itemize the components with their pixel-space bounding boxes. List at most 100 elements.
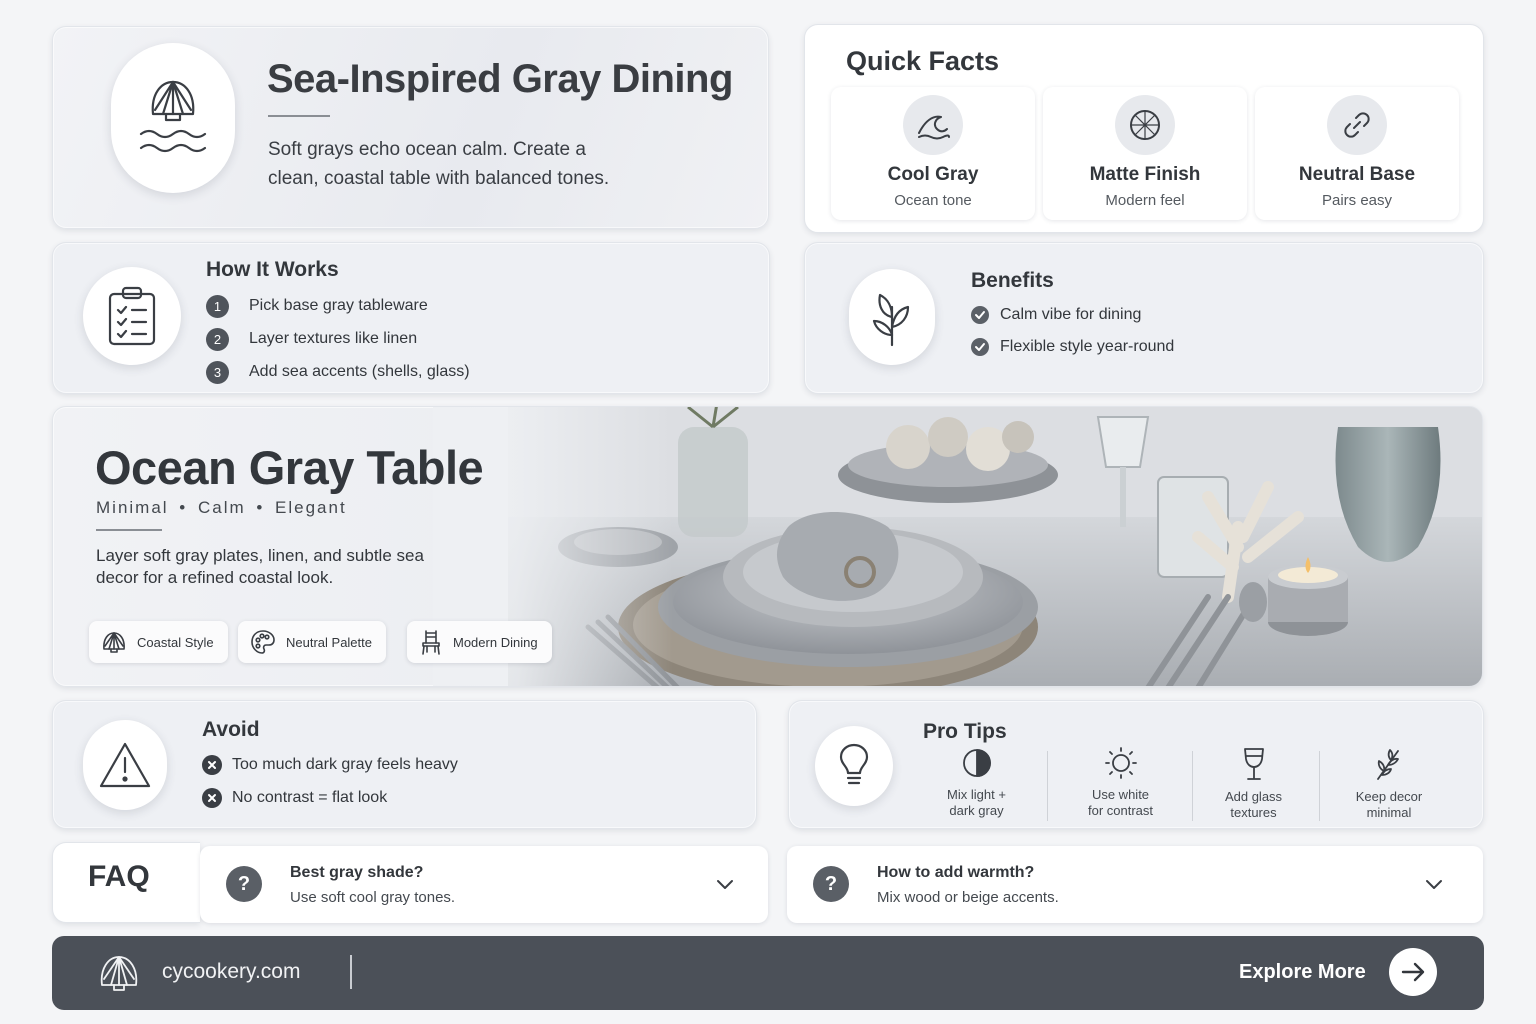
page-title: Sea-Inspired Gray Dining — [267, 57, 733, 101]
chip-modern-dining[interactable]: Modern Dining — [407, 621, 552, 663]
benefits-card: Benefits Calm vibe for dining Flexible s… — [804, 242, 1484, 394]
fact-subtitle: Modern feel — [1105, 192, 1185, 209]
fact-title: Matte Finish — [1089, 164, 1201, 185]
explore-more-link[interactable]: Explore More — [1239, 961, 1366, 984]
chip-neutral-palette[interactable]: Neutral Palette — [238, 621, 386, 663]
arrow-right-icon — [1401, 962, 1425, 982]
hero-description: Soft grays echo ocean calm. Create a cle… — [268, 139, 610, 189]
fact-subtitle: Ocean tone — [894, 192, 972, 209]
chevron-down-icon[interactable] — [716, 877, 734, 895]
avoid-heading: Avoid — [202, 718, 260, 741]
faq-item[interactable]: ? How to add warmth? Mix wood or beige a… — [787, 846, 1483, 923]
faq-answer: Mix wood or beige accents. — [877, 889, 1059, 906]
tip-divider — [1192, 751, 1193, 821]
half-circle-icon — [962, 749, 991, 777]
warning-icon — [83, 720, 167, 810]
step-text: Add sea accents (shells, glass) — [249, 363, 470, 380]
tip-divider — [1319, 751, 1320, 821]
step-number: 3 — [206, 360, 229, 384]
step-item: 3 Add sea accents (shells, glass) — [206, 360, 470, 384]
shell-logo-icon — [98, 953, 140, 998]
check-icon — [971, 338, 989, 356]
faq-question: Best gray shade? — [290, 864, 424, 881]
fact-neutral-base: Neutral Base Pairs easy — [1255, 87, 1459, 220]
title-divider — [268, 115, 330, 117]
chip-coastal-style[interactable]: Coastal Style — [89, 621, 228, 663]
faq-answer: Use soft cool gray tones. — [290, 889, 456, 906]
shell-waves-icon — [111, 43, 235, 193]
benefit-text: Flexible style year-round — [1000, 338, 1175, 355]
tip-divider — [1047, 751, 1048, 821]
hero-card: Sea-Inspired Gray Dining Soft grays echo… — [52, 26, 769, 229]
tip-item: Use white for contrast — [1063, 747, 1178, 819]
fact-title: Neutral Base — [1298, 164, 1416, 185]
avoid-item: Too much dark gray feels heavy — [202, 754, 458, 776]
step-number: 1 — [206, 294, 229, 318]
tip-text: Keep decor minimal — [1355, 789, 1423, 820]
tip-item: Add glass textures — [1201, 747, 1306, 821]
footer-bar: cycookery.com Explore More — [52, 936, 1484, 1010]
quick-facts-card: Quick Facts Cool Gray Ocean tone Matte F… — [804, 24, 1484, 233]
chair-icon — [422, 630, 440, 655]
quick-facts-heading: Quick Facts — [846, 46, 1000, 76]
link-icon — [1327, 95, 1387, 155]
wave-icon — [903, 95, 963, 155]
footer-divider — [350, 955, 352, 989]
avoid-text: Too much dark gray feels heavy — [232, 756, 458, 773]
explore-more-button[interactable] — [1389, 948, 1437, 996]
check-icon — [971, 306, 989, 324]
clipboard-checklist-icon — [83, 267, 181, 365]
shell-icon — [103, 632, 125, 653]
chevron-down-icon[interactable] — [1425, 877, 1443, 895]
site-link[interactable]: cycookery.com — [162, 960, 300, 984]
feature-description: Layer soft gray plates, linen, and subtl… — [96, 546, 424, 587]
feature-tagline: Minimal • Calm • Elegant — [96, 498, 347, 517]
fact-title: Cool Gray — [887, 164, 979, 185]
how-it-works-heading: How It Works — [206, 258, 339, 281]
feature-banner: Ocean Gray Table Minimal • Calm • Elegan… — [52, 406, 1483, 687]
wine-glass-icon — [1243, 748, 1264, 780]
texture-icon — [1115, 95, 1175, 155]
faq-question: How to add warmth? — [877, 864, 1035, 881]
pro-tips-card: Pro Tips Mix light + dark gray Use white… — [788, 700, 1484, 829]
tip-text: Use white for contrast — [1087, 787, 1154, 818]
faq-item[interactable]: ? Best gray shade? Use soft cool gray to… — [200, 846, 768, 923]
step-item: 1 Pick base gray tableware — [206, 294, 428, 318]
avoid-card: Avoid Too much dark gray feels heavy No … — [52, 700, 757, 829]
question-icon: ? — [226, 866, 262, 902]
step-text: Layer textures like linen — [249, 330, 418, 347]
step-number: 2 — [206, 327, 229, 351]
fact-subtitle: Pairs easy — [1321, 192, 1393, 209]
palette-icon — [251, 630, 275, 654]
benefit-item: Flexible style year-round — [971, 336, 1174, 358]
chip-label: Modern Dining — [453, 634, 538, 650]
lightbulb-icon — [815, 726, 893, 806]
benefits-heading: Benefits — [971, 269, 1054, 292]
leaf-icon — [849, 269, 935, 365]
step-text: Pick base gray tableware — [249, 297, 428, 314]
feature-divider — [96, 529, 162, 531]
avoid-item: No contrast = flat look — [202, 787, 387, 809]
sun-icon — [1104, 747, 1137, 779]
x-circle-icon — [202, 788, 222, 808]
faq-section: FAQ — [52, 842, 200, 923]
tip-item: Mix light + dark gray — [919, 747, 1034, 819]
question-icon: ? — [813, 866, 849, 902]
tip-item: Keep decor minimal — [1334, 747, 1444, 821]
fact-cool-gray: Cool Gray Ocean tone — [831, 87, 1035, 220]
benefit-text: Calm vibe for dining — [1000, 306, 1142, 323]
tip-text: Mix light + dark gray — [947, 787, 1006, 818]
chip-label: Coastal Style — [137, 634, 214, 650]
faq-heading: FAQ — [88, 860, 150, 893]
benefit-item: Calm vibe for dining — [971, 304, 1141, 326]
pro-tips-heading: Pro Tips — [923, 720, 1007, 743]
sprig-icon — [1377, 749, 1399, 780]
chip-label: Neutral Palette — [286, 634, 372, 650]
feature-title: Ocean Gray Table — [95, 441, 484, 494]
tip-text: Add glass textures — [1224, 789, 1283, 820]
avoid-text: No contrast = flat look — [232, 789, 388, 806]
x-circle-icon — [202, 755, 222, 775]
step-item: 2 Layer textures like linen — [206, 327, 417, 351]
fact-matte-finish: Matte Finish Modern feel — [1043, 87, 1247, 220]
how-it-works-card: How It Works 1 Pick base gray tableware … — [52, 242, 770, 394]
